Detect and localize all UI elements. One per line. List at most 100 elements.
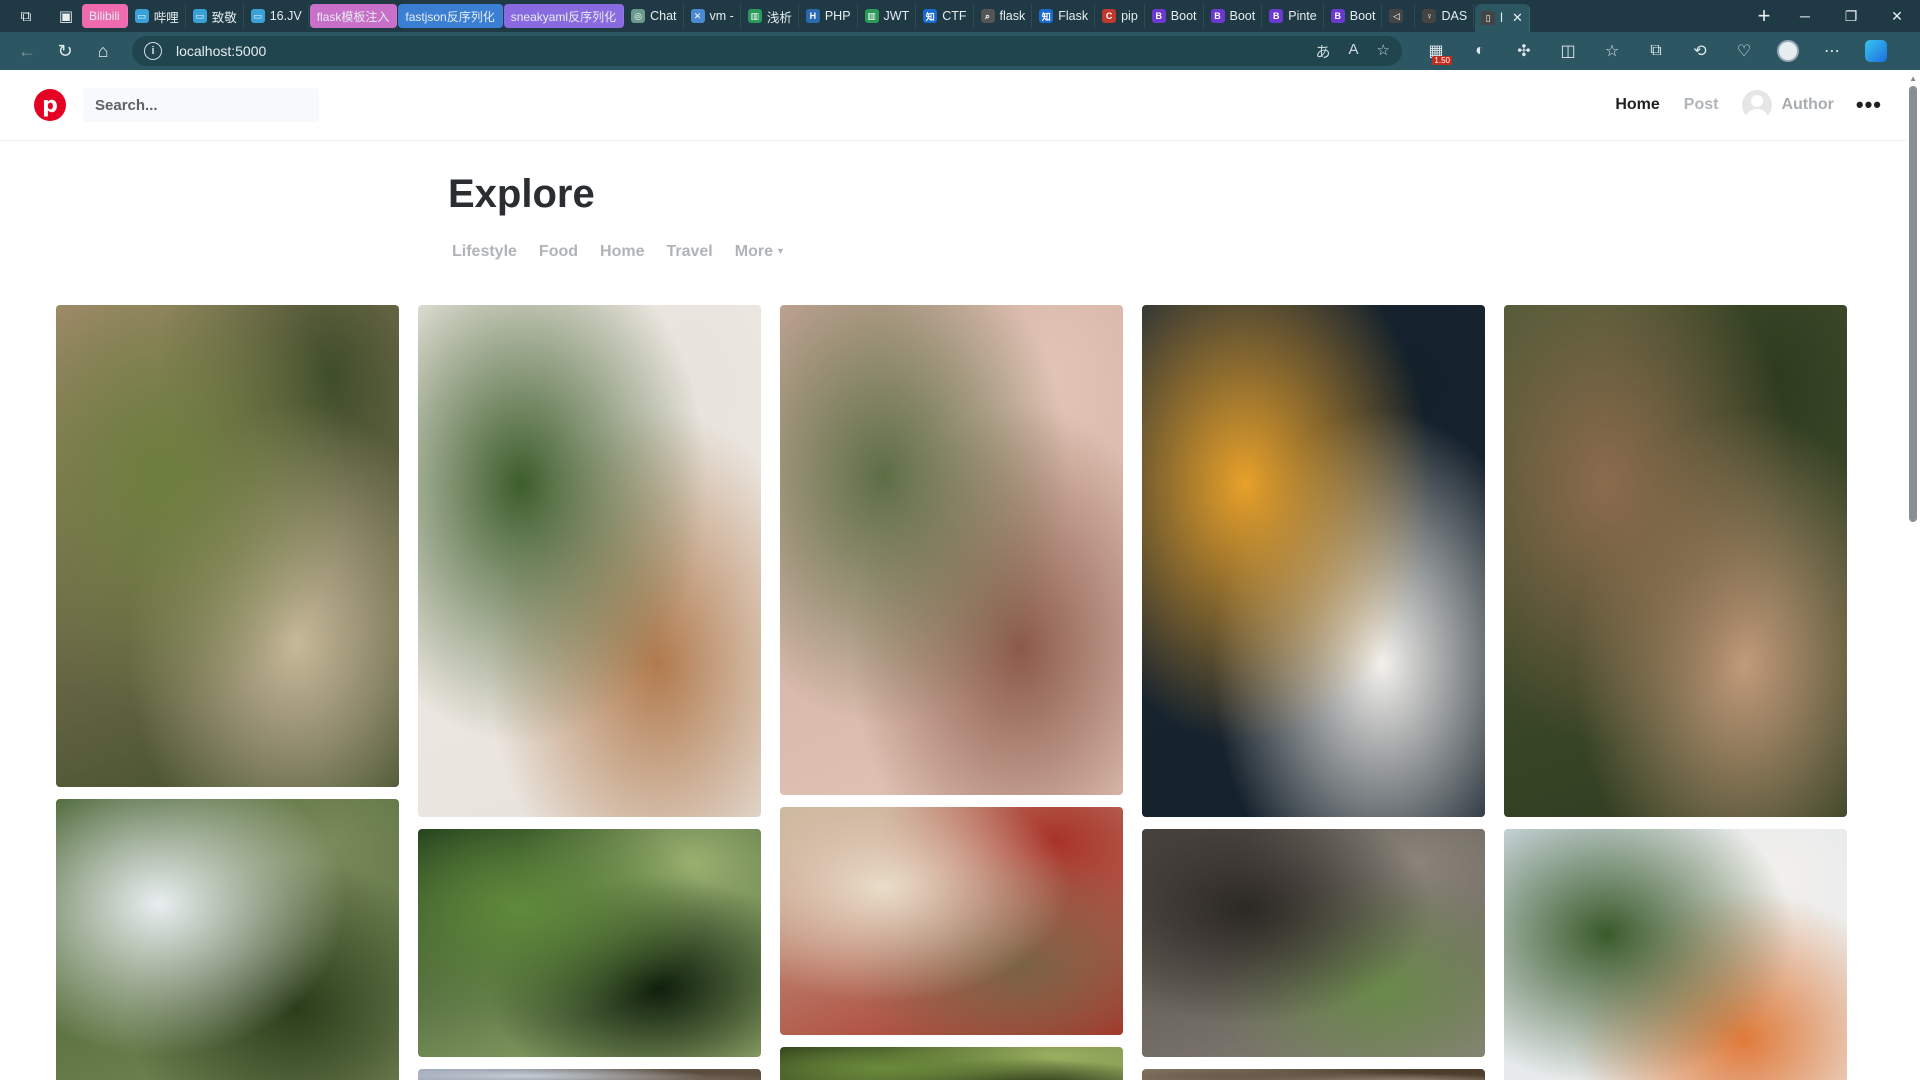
info-icon[interactable]: i [144, 42, 162, 60]
browser-tab[interactable]: Cpip [1096, 4, 1145, 28]
browser-tab[interactable]: 知 Flask [1033, 4, 1096, 28]
page-icon: ▯ [1481, 11, 1496, 25]
tab-label: l [1500, 11, 1503, 25]
back-button[interactable]: ← [8, 35, 46, 67]
pin-image-cobblestone-garden-path[interactable] [1504, 305, 1847, 817]
tab-label: sneakyaml反序列化 [510, 9, 617, 24]
close-window-button[interactable]: ✕ [1874, 0, 1920, 32]
author-label: Author [1781, 96, 1834, 113]
new-tab-button[interactable]: + [1746, 3, 1782, 29]
browser-tab[interactable]: ▯ l ✕ [1475, 4, 1530, 32]
pin-image-partial-image[interactable] [1142, 1069, 1485, 1080]
tab-label: flask模板注入 [316, 9, 390, 24]
browser-tab[interactable]: ✕ vm - [685, 4, 741, 28]
tab-label: PHP [824, 9, 851, 23]
split-screen-icon[interactable]: ◫ [1548, 35, 1588, 67]
browser-tab[interactable]: ▭ 哔哩 [129, 4, 186, 28]
browser-tab[interactable]: ▥ 浅析 [742, 4, 799, 28]
pinterest-logo[interactable]: p [34, 89, 66, 121]
browser-tab[interactable]: ⌕ flask [975, 4, 1033, 28]
address-bar[interactable]: i localhost:5000 あ A ☆ [132, 36, 1402, 66]
tv-icon: ▭ [192, 9, 207, 23]
extensions-puzzle-icon[interactable]: ✣ [1504, 35, 1544, 67]
refresh-button[interactable]: ↻ [46, 35, 84, 67]
nav-post-link[interactable]: Post [1672, 96, 1731, 114]
browser-tab[interactable]: B Pinte [1263, 4, 1324, 28]
filter-lifestyle[interactable]: Lifestyle [452, 243, 517, 261]
collections-icon[interactable]: ⧉ [1636, 35, 1676, 67]
home-button[interactable]: ⌂ [84, 35, 122, 67]
scroll-thumb[interactable] [1909, 86, 1917, 522]
more-options-icon[interactable]: ••• [1846, 92, 1882, 118]
pin-image-potted-houseplants[interactable] [418, 305, 761, 817]
tab-actions-icon[interactable]: ▣ [50, 4, 82, 28]
settings-more-icon[interactable]: ⋯ [1812, 35, 1852, 67]
search-input[interactable] [83, 88, 319, 122]
minimize-button[interactable]: ─ [1782, 0, 1828, 32]
browser-tab[interactable]: flask模板注入 [309, 4, 398, 28]
browser-tab[interactable]: H PHP [800, 4, 858, 28]
tab-label: fastjson反序列化 [405, 9, 495, 24]
pin-image-no-parking-sign[interactable] [780, 807, 1123, 1035]
read-aloud-icon[interactable]: A [1349, 41, 1359, 62]
main-nav: Home Post Author ••• [1603, 90, 1886, 120]
profile-avatar[interactable] [1768, 35, 1808, 67]
bulb-icon: ♀ [1422, 9, 1437, 23]
browser-tab[interactable]: Bilibili [82, 4, 128, 28]
scroll-up-arrow[interactable]: ▲ [1909, 74, 1917, 83]
favorite-star-icon[interactable]: ☆ [1377, 41, 1390, 62]
restore-button[interactable]: ❐ [1828, 0, 1874, 32]
copilot-icon[interactable] [1856, 35, 1896, 67]
nav-home-link[interactable]: Home [1603, 96, 1671, 114]
pin-image-plate-of-peaches[interactable] [1142, 305, 1485, 817]
close-tab-icon[interactable]: ✕ [1512, 10, 1523, 26]
filter-label: Food [538, 243, 579, 260]
scrollbar[interactable]: ▲ [1906, 70, 1920, 1080]
browser-tab[interactable]: B Boot [1146, 4, 1204, 28]
filter-more[interactable]: More ▼ [735, 243, 785, 261]
browser-tab[interactable]: sneakyaml反序列化 [503, 4, 625, 28]
extension-badge-icon[interactable]: ▦ 1.50 [1416, 35, 1456, 67]
browser-tab[interactable]: B Boot [1325, 4, 1383, 28]
search-icon: ⌕ [980, 9, 995, 23]
browser-tab[interactable]: ▥ JWT [859, 4, 917, 28]
c-icon: C [1102, 9, 1117, 23]
filter-food[interactable]: Food [539, 243, 578, 261]
nav-author-link[interactable]: Author [1730, 90, 1845, 120]
browser-tab[interactable]: ▭ 16.JV [245, 4, 309, 28]
browser-tab[interactable]: fastjson反序列化 [398, 4, 503, 28]
browser-tab[interactable]: ▭ 致敬 [187, 4, 244, 28]
tab-label: Bilibili [89, 9, 120, 23]
filter-label: Home [600, 243, 645, 260]
tab-label: 浅析 [766, 10, 792, 25]
history-icon[interactable]: ⟲ [1680, 35, 1720, 67]
pin-image-hanging-plant[interactable] [780, 1047, 1123, 1080]
workspaces-icon[interactable]: ⧉ [10, 4, 42, 28]
pin-image-patio-with-palm-leaves[interactable] [780, 305, 1123, 795]
pin-image-partial-image[interactable] [418, 1069, 761, 1080]
browser-tab[interactable]: ◎ Chat [625, 4, 684, 28]
performance-icon[interactable]: ♡ [1724, 35, 1764, 67]
browser-tab[interactable]: ♀ DAS [1416, 4, 1475, 28]
browser-tab[interactable]: B Boot [1205, 4, 1263, 28]
pin-image-welcome-sign-flower-baskets[interactable] [56, 305, 399, 787]
filter-travel[interactable]: Travel [666, 243, 712, 261]
window-controls: ─ ❐ ✕ [1782, 0, 1920, 32]
browser-tab[interactable]: ◁ [1383, 4, 1416, 28]
pin-grid [56, 305, 1850, 1080]
pin-image-seedlings-tray[interactable] [1142, 829, 1485, 1057]
extension-color-icon[interactable]: ◐ [1460, 35, 1500, 67]
browser-tab[interactable]: 知 CTF [917, 4, 974, 28]
pin-image-city-street-with-tree[interactable] [1504, 829, 1847, 1080]
translate-icon[interactable]: あ [1316, 41, 1331, 62]
favorites-icon[interactable]: ☆ [1592, 35, 1632, 67]
zhi-icon: 知 [923, 9, 938, 23]
tab-label: Boot [1170, 9, 1197, 23]
url-text[interactable]: localhost:5000 [176, 43, 1316, 59]
pin-image-round-garden-window[interactable] [418, 829, 761, 1057]
tab-label: flask [999, 9, 1026, 23]
h-icon: H [805, 9, 820, 23]
pin-image-greenhouse-ivy[interactable] [56, 799, 399, 1080]
tab-label: pip [1121, 9, 1138, 23]
filter-home[interactable]: Home [600, 243, 644, 261]
